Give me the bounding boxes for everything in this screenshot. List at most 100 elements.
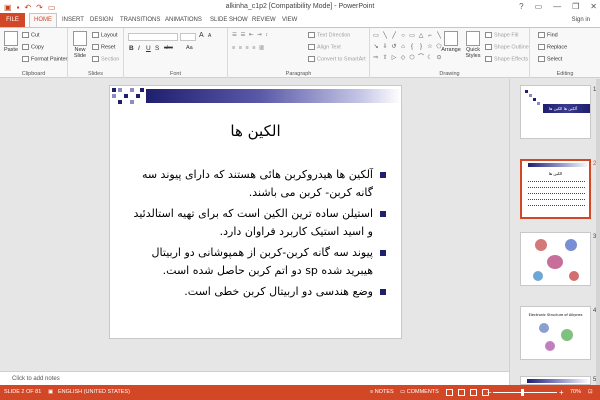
align-text-button[interactable]: Align Text xyxy=(308,44,341,50)
shape-option-icon[interactable]: ⬡ xyxy=(408,54,416,64)
shape-option-icon[interactable]: ☾ xyxy=(426,54,434,64)
font-size-box[interactable] xyxy=(180,33,196,41)
font-name-box[interactable] xyxy=(128,33,178,41)
shape-option-icon[interactable]: ↘ xyxy=(372,43,380,53)
notes-toggle[interactable]: ≡ NOTES xyxy=(370,385,394,400)
tab-transitions[interactable]: TRANSITIONS xyxy=(120,13,160,27)
text-direction-button[interactable]: Text Direction xyxy=(308,32,350,38)
alignment-buttons[interactable]: ≡ ≡ ≡ ≡ ▥ xyxy=(232,45,265,51)
shadow-button[interactable]: S xyxy=(155,45,159,52)
close-icon[interactable]: ✕ xyxy=(590,0,597,13)
shape-option-icon[interactable]: ▭ xyxy=(372,32,380,42)
underline-button[interactable]: U xyxy=(146,45,151,52)
list-buttons[interactable]: ☰ ☰ ⇤ ⇥ ↕ xyxy=(232,32,269,38)
slide-body[interactable]: آلکین ها هیدروکربن هائی هستند که دارای پ… xyxy=(132,166,387,304)
shape-option-icon[interactable]: { xyxy=(408,43,416,53)
shape-option-icon[interactable]: ⇧ xyxy=(381,54,389,64)
zoom-slider-thumb[interactable] xyxy=(521,389,524,396)
shape-option-icon[interactable]: △ xyxy=(417,32,425,42)
ribbon-display-icon[interactable]: ▭ xyxy=(535,0,543,13)
shape-option-icon[interactable]: } xyxy=(417,43,425,53)
shape-option-icon[interactable]: ⌂ xyxy=(399,43,407,53)
tab-design[interactable]: DESIGN xyxy=(90,13,113,27)
zoom-level[interactable]: 70% xyxy=(570,385,581,400)
paste-button[interactable]: Paste xyxy=(3,31,19,53)
minimize-icon[interactable]: — xyxy=(553,0,561,13)
sign-in-link[interactable]: Sign in xyxy=(572,13,590,27)
copy-button[interactable]: Copy xyxy=(22,44,44,50)
replace-button[interactable]: Replace xyxy=(538,44,567,50)
select-button[interactable]: Select xyxy=(538,56,562,62)
comments-toggle[interactable]: ▭ COMMENTS xyxy=(400,385,439,400)
shape-option-icon[interactable]: ╲ xyxy=(381,32,389,42)
reset-button[interactable]: Reset xyxy=(92,44,115,50)
tab-animations[interactable]: ANIMATIONS xyxy=(165,13,202,27)
normal-view-icon[interactable] xyxy=(446,389,453,396)
slide-sorter-icon[interactable] xyxy=(458,389,465,396)
new-slide-icon xyxy=(73,31,87,46)
shape-option-icon[interactable]: ▭ xyxy=(408,32,416,42)
quick-styles-button[interactable]: Quick Styles xyxy=(462,31,484,59)
thumbnail-slide-5[interactable] xyxy=(520,376,591,385)
thumbnail-slide-2[interactable]: الکین ها xyxy=(520,159,591,219)
find-button[interactable]: Find xyxy=(538,32,558,38)
cut-button[interactable]: Cut xyxy=(22,32,40,38)
zoom-slider[interactable] xyxy=(493,392,557,393)
shape-option-icon[interactable]: ⌐ xyxy=(426,32,434,42)
paste-label: Paste xyxy=(3,47,19,53)
thumbnail-slide-1[interactable]: آلکین ها الکین ها xyxy=(520,85,591,139)
thumbnail-slide-3[interactable] xyxy=(520,232,591,286)
shape-option-icon[interactable]: ◇ xyxy=(399,54,407,64)
bold-button[interactable]: B xyxy=(129,45,134,52)
tab-file[interactable]: FILE xyxy=(0,13,25,27)
tab-review[interactable]: REVIEW xyxy=(252,13,276,27)
brush-icon xyxy=(22,56,29,62)
header-gradient-bar xyxy=(146,89,401,103)
section-button[interactable]: Section xyxy=(92,56,119,62)
tab-view[interactable]: VIEW xyxy=(282,13,297,27)
bullet-item: وضع هندسی دو اربیتال کربن خطی است. xyxy=(132,283,387,301)
slide-title[interactable]: الکین ها xyxy=(110,122,401,140)
comment-icon: ▭ xyxy=(400,389,407,395)
slide-canvas[interactable]: الکین ها آلکین ها هیدروکربن هائی هستند ک… xyxy=(109,85,402,339)
convert-smartart-button[interactable]: Convert to SmartArt xyxy=(308,56,366,62)
shape-outline-button[interactable]: Shape Outline xyxy=(485,44,529,50)
shapes-gallery[interactable]: ▭ ╲ ╱ ○ ▭ △ ⌐ ╲ ↘ ⇩ ↺ ⌂{} ☆ ⬠ ⇨ ⇧ ▷ ◇ ⬡ ⌒ ☾ ⊙ xyxy=(372,32,441,64)
new-slide-button[interactable]: New Slide xyxy=(71,31,89,59)
zoom-out-button[interactable]: − xyxy=(487,385,492,400)
arrange-button[interactable]: Arrange xyxy=(440,31,462,53)
tab-slide-show[interactable]: SLIDE SHOW xyxy=(210,13,248,27)
fit-slide-icon[interactable]: ⊡ xyxy=(588,385,593,400)
thumbnail-slide-4[interactable]: Electronic Structure of Alkynes xyxy=(520,306,591,360)
shape-option-icon[interactable]: ⇨ xyxy=(372,54,380,64)
shrink-font-button[interactable]: A xyxy=(208,33,211,39)
shape-option-icon[interactable]: ⊙ xyxy=(435,54,443,64)
tab-home[interactable]: HOME xyxy=(29,13,57,27)
shape-option-icon[interactable]: ⌒ xyxy=(417,54,425,64)
shape-option-icon[interactable]: ▷ xyxy=(390,54,398,64)
language-indicator[interactable]: ENGLISH (UNITED STATES) xyxy=(58,385,130,400)
reading-view-icon[interactable] xyxy=(470,389,477,396)
italic-button[interactable]: I xyxy=(138,45,140,52)
change-case-button[interactable]: Aa xyxy=(186,45,193,51)
shape-option-icon[interactable]: ○ xyxy=(399,32,407,42)
help-icon[interactable]: ? xyxy=(519,0,523,13)
select-label: Select xyxy=(547,56,563,63)
restore-icon[interactable]: ❐ xyxy=(572,0,579,13)
shape-option-icon[interactable]: ⇩ xyxy=(381,43,389,53)
layout-button[interactable]: Layout xyxy=(92,32,118,38)
tab-insert[interactable]: INSERT xyxy=(62,13,84,27)
grow-font-button[interactable]: A xyxy=(199,32,204,39)
shape-fill-button[interactable]: Shape Fill xyxy=(485,32,518,38)
shape-option-icon[interactable]: ↺ xyxy=(390,43,398,53)
format-painter-button[interactable]: Format Painter xyxy=(22,56,67,62)
arrange-icon xyxy=(444,31,458,46)
strikethrough-button[interactable]: abc xyxy=(164,45,173,51)
thumbnail-scrollbar[interactable] xyxy=(596,79,600,385)
shape-option-icon[interactable]: ☆ xyxy=(426,43,434,53)
shape-option-icon[interactable]: ╱ xyxy=(390,32,398,42)
zoom-in-button[interactable]: + xyxy=(559,385,564,400)
spelling-icon[interactable]: ▣ xyxy=(48,385,53,400)
notes-pane[interactable]: Click to add notes xyxy=(0,371,509,385)
shape-effects-button[interactable]: Shape Effects xyxy=(485,56,528,62)
